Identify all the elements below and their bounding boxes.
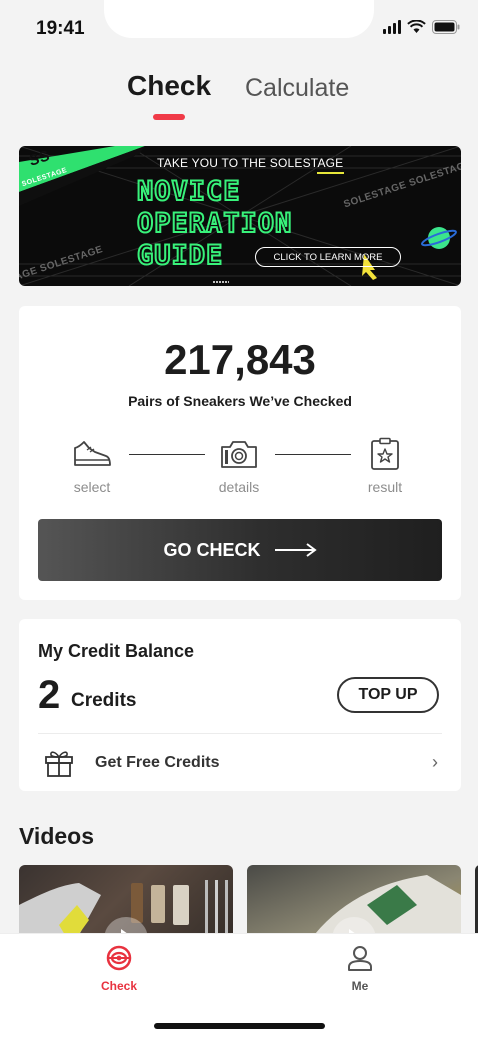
go-check-button[interactable]: GO CHECK <box>38 519 442 581</box>
novice-guide-banner[interactable]: SS SOLESTAGE AGE SOLESTAGE SOLESTAGE SOL… <box>19 146 461 286</box>
status-bar: 19:41 <box>0 0 478 58</box>
active-tab-indicator <box>153 114 185 120</box>
battery-icon <box>432 20 460 34</box>
home-indicator <box>154 1023 325 1029</box>
tab-calculate[interactable]: Calculate <box>245 74 349 103</box>
step-select: select <box>47 436 137 495</box>
certificate-icon <box>340 436 430 472</box>
tab-check[interactable]: Check <box>127 70 211 102</box>
notch <box>104 0 374 38</box>
status-time: 19:41 <box>36 18 85 39</box>
top-up-button[interactable]: TOP UP <box>337 677 439 713</box>
banner-headline-2: OPERATION <box>136 207 293 240</box>
tabbar-me-label: Me <box>351 979 369 993</box>
banner-top-text: TAKE YOU TO THE SOLESTAGE <box>157 156 344 170</box>
go-check-label: GO CHECK <box>163 539 261 560</box>
camera-icon <box>194 436 284 472</box>
credit-balance-card: My Credit Balance 2 Credits TOP UP Get F… <box>19 619 461 791</box>
credit-unit: Credits <box>71 690 137 711</box>
videos-heading: Videos <box>19 823 94 849</box>
tabbar-check-label: Check <box>100 979 138 993</box>
wifi-icon <box>407 20 426 34</box>
banner-headline-3: GUIDE <box>136 239 224 272</box>
banner-headline-1: NOVICE <box>136 175 241 208</box>
chevron-right-icon: › <box>432 752 438 772</box>
step-result-label: result <box>367 479 403 495</box>
status-icons <box>383 20 460 34</box>
app-screen: 19:41 Check Calculate SS SOLESTAGE AGE S… <box>0 0 478 1038</box>
checked-subtitle: Pairs of Sneakers We’ve Checked <box>128 393 352 409</box>
get-free-credits-label: Get Free Credits <box>95 754 220 771</box>
tabbar-check[interactable]: Check <box>79 944 159 993</box>
top-tabs: Check Calculate <box>0 70 478 126</box>
user-icon <box>348 946 372 971</box>
get-free-credits-row[interactable]: Get Free Credits › <box>38 734 442 791</box>
checked-count: 217,843 <box>164 336 316 383</box>
step-result: result <box>340 436 430 495</box>
step-details-label: details <box>218 479 260 495</box>
check-tab-icon <box>106 945 132 971</box>
gift-icon <box>44 748 74 783</box>
checked-count-card: 217,843 Pairs of Sneakers We’ve Checked … <box>19 306 461 600</box>
step-select-label: select <box>73 479 111 495</box>
tabbar-me[interactable]: Me <box>320 944 400 993</box>
signal-icon <box>383 20 401 34</box>
credit-amount: 2 <box>38 673 61 717</box>
step-details: details <box>194 436 284 495</box>
arrow-right-icon <box>274 543 317 557</box>
sneaker-icon <box>47 436 137 472</box>
credit-balance-title: My Credit Balance <box>38 641 195 661</box>
banner-learn-more-button[interactable]: CLICK TO LEARN MORE <box>255 247 401 267</box>
